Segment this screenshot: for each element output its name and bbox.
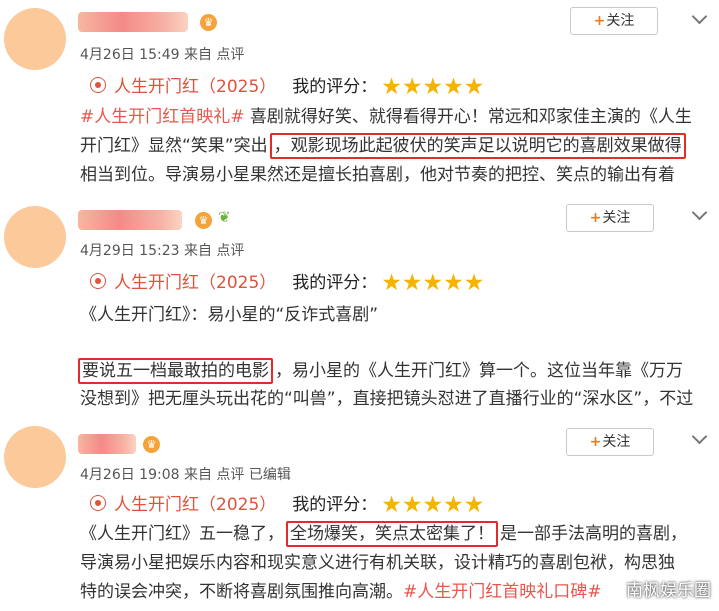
star-rating: ★★★★★	[381, 74, 485, 100]
highlight-box: ，观影现场此起彼伏的笑声足以说明它的喜剧效果做得	[269, 133, 686, 159]
rating-label: 我的评分：	[292, 495, 378, 515]
movie-rating-row: 人生开门红（2025） 我的评分： ★★★★★	[90, 490, 484, 518]
comment-card-2: ♛ ❦ 4月29日 15:23 来自 点评 +关注 人生开门红（2025） 我的评…	[0, 196, 719, 422]
rating-label: 我的评分：	[292, 273, 378, 293]
username-redacted[interactable]	[78, 210, 182, 230]
chevron-down-icon[interactable]	[691, 8, 708, 25]
avatar[interactable]	[4, 8, 66, 70]
watermark: 南枫娱乐圈	[626, 581, 711, 601]
highlight-box: 全场爆笑，笑点太密集了！	[286, 521, 498, 547]
comment-line-2: 开门红》显然“笑果”突出 ，观影现场此起彼伏的笑声足以说明它的喜剧效果做得	[80, 131, 688, 159]
follow-label: 关注	[602, 210, 631, 226]
follow-button[interactable]: +关注	[566, 204, 654, 232]
highlight-box: 要说五一档最敢拍的电影	[78, 358, 273, 384]
chevron-down-icon[interactable]	[691, 428, 708, 445]
plus-icon: +	[589, 210, 602, 226]
movie-title-link[interactable]: 人生开门红（2025）	[114, 77, 276, 97]
comment-text: 是一部手法高明的喜剧，	[500, 524, 687, 544]
crown-badge-icon: ♛	[195, 212, 212, 229]
comment-text: 开门红》显然“笑果”突出	[80, 136, 268, 156]
comment-card-1: ♛ 4月26日 15:49 来自 点评 +关注 人生开门红（2025） 我的评分：…	[0, 0, 719, 192]
comment-line-2: 要说五一档最敢拍的电影 ，易小星的《人生开门红》算一个。这位当年靠《万万	[76, 356, 683, 384]
chevron-down-icon[interactable]	[691, 204, 708, 221]
post-meta: 4月26日 19:08 来自 点评 已编辑	[80, 467, 291, 483]
follow-label: 关注	[606, 13, 635, 29]
comment-line-1: 《人生开门红》：易小星的“反诈式喜剧”	[80, 300, 378, 325]
comment-text: 特的误会冲突，不断将喜剧氛围推向高潮。	[80, 582, 403, 602]
username-redacted[interactable]	[78, 434, 136, 454]
star-rating: ★★★★★	[381, 270, 485, 296]
plus-icon: +	[589, 434, 602, 450]
comment-text: 喜剧就得好笑、就得看得开心！常远和邓家佳主演的《人生	[244, 107, 692, 127]
plus-icon: +	[593, 13, 606, 29]
crown-badge-icon: ♛	[200, 14, 217, 31]
post-meta: 4月26日 15:49 来自 点评	[80, 47, 245, 63]
crown-badge-icon: ♛	[143, 436, 160, 453]
movie-rating-row: 人生开门红（2025） 我的评分： ★★★★★	[90, 72, 484, 100]
sprout-icon: ❦	[218, 208, 231, 226]
comment-text: 相当到位。导演易小星果然还是擅长拍喜剧，他对节奏的把控、笑点的输出有着	[80, 165, 675, 185]
rating-label: 我的评分：	[292, 77, 378, 97]
post-meta: 4月29日 15:23 来自 点评	[80, 243, 245, 259]
film-reel-icon	[90, 77, 106, 93]
follow-label: 关注	[602, 434, 631, 450]
comment-text: ，易小星的《人生开门红》算一个。这位当年靠《万万	[275, 361, 683, 381]
hashtag-link[interactable]: #人生开门红首映礼口碑#	[403, 582, 602, 602]
comment-text: 导演易小星把娱乐内容和现实意义进行有机关联，设计精巧的喜剧包袱，构思独	[80, 553, 675, 573]
comment-line-3: 相当到位。导演易小星果然还是擅长拍喜剧，他对节奏的把控、笑点的输出有着	[80, 160, 675, 185]
film-reel-icon	[90, 273, 106, 289]
comment-card-3: ♛ 4月26日 19:08 来自 点评 已编辑 +关注 人生开门红（2025） 我…	[0, 424, 719, 611]
comment-text: 没想到》把无厘头玩出花的“叫兽”，直接把镜头怼进了直播行业的“深水区”，不过	[80, 389, 694, 409]
movie-title-link[interactable]: 人生开门红（2025）	[114, 273, 276, 293]
movie-rating-row: 人生开门红（2025） 我的评分： ★★★★★	[90, 268, 484, 296]
username-redacted[interactable]	[78, 12, 188, 32]
avatar[interactable]	[4, 206, 66, 268]
avatar[interactable]	[4, 426, 66, 488]
comment-text: 《人生开门红》：易小星的“反诈式喜剧”	[80, 305, 379, 325]
star-rating: ★★★★★	[381, 492, 485, 518]
comment-line-1: 《人生开门红》五一稳了， 全场爆笑，笑点太密集了！ 是一部手法高明的喜剧，	[80, 519, 687, 547]
comment-line-3: 没想到》把无厘头玩出花的“叫兽”，直接把镜头怼进了直播行业的“深水区”，不过	[80, 384, 693, 409]
follow-button[interactable]: +关注	[566, 428, 654, 456]
comment-line-2: 导演易小星把娱乐内容和现实意义进行有机关联，设计精巧的喜剧包袱，构思独	[80, 548, 675, 573]
movie-title-link[interactable]: 人生开门红（2025）	[114, 495, 276, 515]
comment-text: 《人生开门红》五一稳了，	[80, 524, 284, 544]
hashtag-link[interactable]: #人生开门红首映礼#	[80, 107, 245, 127]
film-reel-icon	[90, 495, 106, 511]
comment-line-1: #人生开门红首映礼# 喜剧就得好笑、就得看得开心！常远和邓家佳主演的《人生	[80, 102, 692, 127]
comment-line-3: 特的误会冲突，不断将喜剧氛围推向高潮。#人生开门红首映礼口碑#	[80, 577, 602, 602]
follow-button[interactable]: +关注	[570, 7, 658, 35]
